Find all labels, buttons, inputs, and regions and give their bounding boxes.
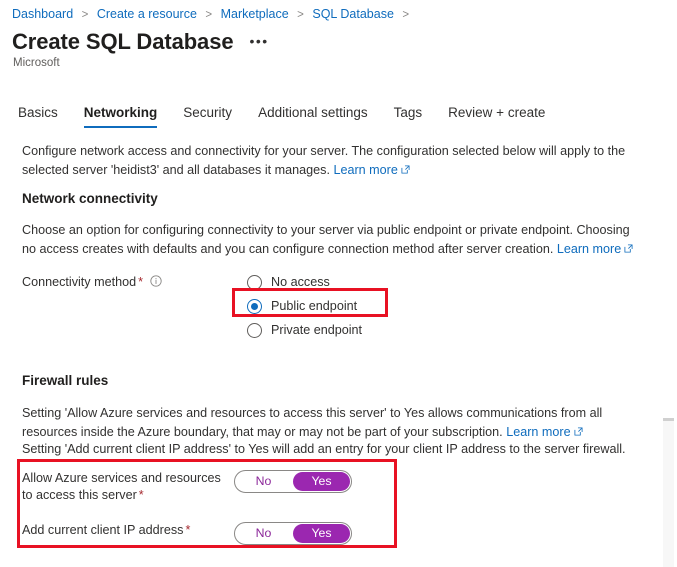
network-connectivity-description: Choose an option for configuring connect… <box>22 221 647 259</box>
firewall-learn-more-link[interactable]: Learn more <box>506 425 583 439</box>
tab-security[interactable]: Security <box>183 103 232 128</box>
external-link-icon <box>624 244 633 253</box>
breadcrumb-item-create-a-resource[interactable]: Create a resource <box>97 7 197 21</box>
toggle-option-yes[interactable]: Yes <box>293 524 350 543</box>
breadcrumb-separator: > <box>297 9 304 21</box>
radio-option-public-endpoint[interactable]: Public endpoint <box>247 294 362 318</box>
network-connectivity-learn-more-label: Learn more <box>556 242 622 256</box>
toggle-option-yes[interactable]: Yes <box>293 472 350 491</box>
radio-option-private-endpoint[interactable]: Private endpoint <box>247 318 362 342</box>
networking-intro-body: Configure network access and connectivit… <box>22 144 626 177</box>
radio-mark-selected-icon <box>247 298 262 314</box>
breadcrumb-item-sql-database[interactable]: SQL Database <box>312 7 394 21</box>
radio-option-label: No access <box>271 275 330 289</box>
radio-mark-icon <box>247 274 262 290</box>
toggle-option-no[interactable]: No <box>235 523 292 544</box>
connectivity-method-label-text: Connectivity method <box>22 275 137 289</box>
vertical-scrollbar-track[interactable] <box>663 418 674 567</box>
more-options-button[interactable]: ••• <box>249 34 268 48</box>
breadcrumb-separator: > <box>402 9 410 21</box>
info-icon[interactable] <box>150 275 162 287</box>
intro-learn-more-label: Learn more <box>333 163 398 177</box>
page-title-row: Create SQL Database ••• <box>12 28 269 56</box>
breadcrumb: Dashboard > Create a resource > Marketpl… <box>12 6 414 23</box>
firewall-description-line-2: Setting 'Add current client IP address' … <box>22 442 626 456</box>
network-connectivity-description-body: Choose an option for configuring connect… <box>22 223 630 256</box>
radio-option-label: Private endpoint <box>271 323 363 337</box>
required-asterisk: * <box>138 488 144 502</box>
radio-option-label: Public endpoint <box>271 299 358 313</box>
toggle-add-client-ip[interactable]: No Yes <box>234 522 352 545</box>
toggle-label-allow-azure-services: Allow Azure services and resources to ac… <box>22 470 234 504</box>
wizard-tabs: Basics Networking Security Additional se… <box>18 103 571 128</box>
tab-tags[interactable]: Tags <box>394 103 423 128</box>
firewall-description-line-1: Setting 'Allow Azure services and resour… <box>22 404 652 442</box>
tab-review-create[interactable]: Review + create <box>448 103 545 128</box>
vertical-scrollbar-thumb[interactable] <box>663 418 674 421</box>
intro-learn-more-link[interactable]: Learn more <box>333 163 410 177</box>
firewall-rules-heading: Firewall rules <box>22 373 109 388</box>
toggle-option-no[interactable]: No <box>235 471 292 492</box>
breadcrumb-item-dashboard[interactable]: Dashboard <box>12 7 73 21</box>
external-link-icon <box>574 427 583 436</box>
toggle-row-allow-azure-services: Allow Azure services and resources to ac… <box>22 470 352 504</box>
radio-mark-icon <box>247 322 262 338</box>
network-connectivity-heading: Network connectivity <box>22 191 158 206</box>
toggle-label-text: Allow Azure services and resources to ac… <box>22 471 221 502</box>
network-connectivity-learn-more-link[interactable]: Learn more <box>557 242 633 256</box>
breadcrumb-item-marketplace[interactable]: Marketplace <box>221 7 289 21</box>
required-asterisk: * <box>138 275 144 289</box>
connectivity-method-radio-group: No access Public endpoint Private endpoi… <box>247 270 362 342</box>
page-title: Create SQL Database <box>12 29 234 54</box>
tab-basics[interactable]: Basics <box>18 103 58 128</box>
connectivity-method-label: Connectivity method * <box>22 275 162 289</box>
tab-additional-settings[interactable]: Additional settings <box>258 103 368 128</box>
toggle-label-text: Add current client IP address <box>22 523 184 537</box>
required-asterisk: * <box>185 523 191 537</box>
toggle-row-add-client-ip: Add current client IP address * No Yes <box>22 522 352 545</box>
firewall-learn-more-label: Learn more <box>506 425 571 439</box>
external-link-icon <box>401 165 410 174</box>
publisher-label: Microsoft <box>13 57 60 69</box>
radio-option-no-access[interactable]: No access <box>247 270 362 294</box>
toggle-allow-azure-services[interactable]: No Yes <box>234 470 352 493</box>
tab-networking[interactable]: Networking <box>83 103 157 128</box>
breadcrumb-separator: > <box>205 9 213 21</box>
networking-intro-text: Configure network access and connectivit… <box>22 142 642 180</box>
toggle-label-add-client-ip: Add current client IP address * <box>22 522 234 539</box>
breadcrumb-separator: > <box>81 9 89 21</box>
